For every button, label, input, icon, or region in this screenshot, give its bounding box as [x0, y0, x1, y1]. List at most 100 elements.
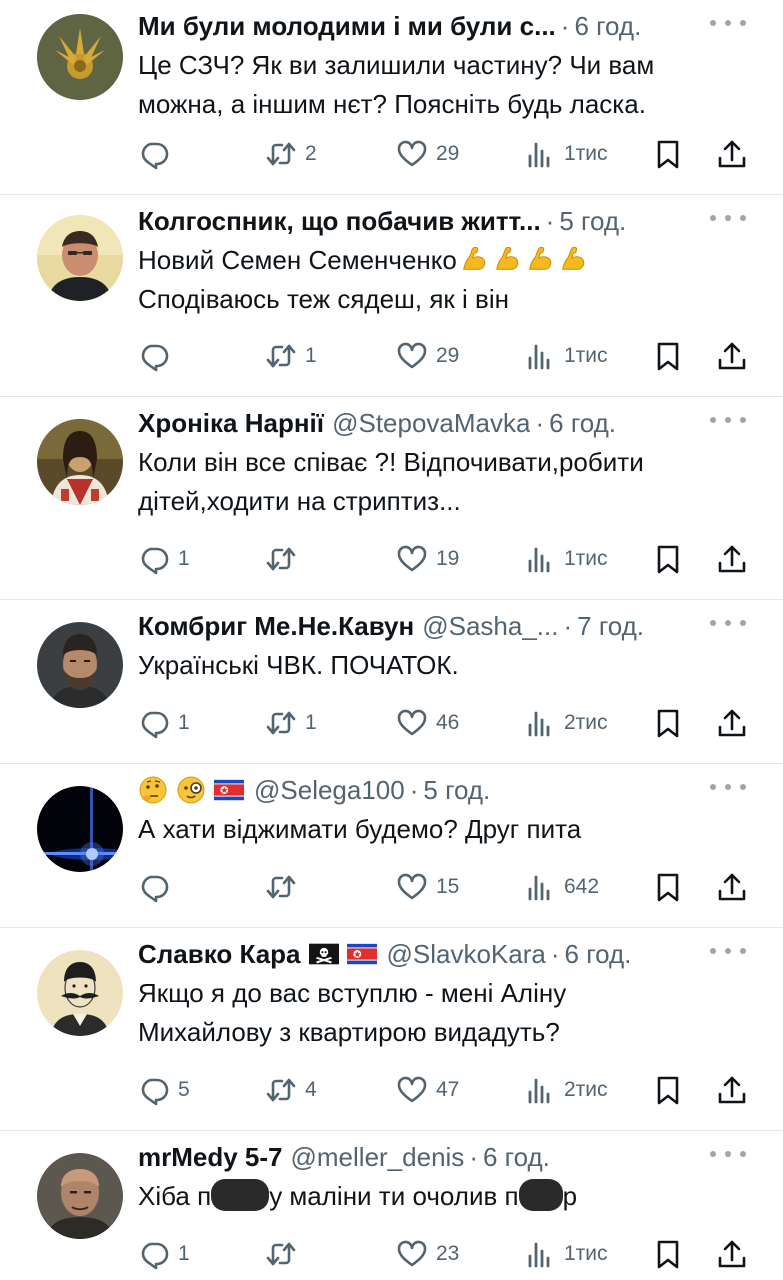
user-handle[interactable]: @meller_denis — [291, 1139, 465, 1175]
bookmark-button[interactable] — [652, 706, 684, 740]
timestamp[interactable]: 6 год. — [483, 1139, 550, 1175]
views-button[interactable]: 2тис — [524, 706, 608, 740]
more-icon[interactable] — [710, 205, 746, 231]
bookmark-icon — [652, 138, 684, 170]
user-handle[interactable]: @Selega100 — [254, 772, 405, 808]
share-button[interactable] — [716, 1237, 748, 1271]
timestamp[interactable]: 5 год. — [559, 203, 626, 239]
views-button[interactable]: 1тис — [524, 137, 608, 171]
avatar[interactable] — [37, 622, 123, 708]
retweet-button[interactable] — [265, 870, 305, 904]
tweet-header: Ми були молодими і ми були с... · 6 год. — [138, 8, 698, 44]
display-name[interactable]: Колгоспник, що побачив житт... — [138, 203, 541, 239]
views-button[interactable]: 642 — [524, 870, 599, 904]
more-icon[interactable] — [710, 610, 746, 636]
avatar[interactable] — [37, 419, 123, 505]
reply-button[interactable]: 1 — [138, 1237, 190, 1271]
bookmark-button[interactable] — [652, 339, 684, 373]
avatar[interactable] — [37, 950, 123, 1036]
like-icon — [396, 871, 428, 903]
timestamp[interactable]: 7 год. — [577, 608, 644, 644]
more-icon[interactable] — [710, 774, 746, 800]
reply-tweet[interactable]: @Selega100 · 5 год. А хати віджимати буд… — [0, 764, 783, 928]
views-button[interactable]: 2тис — [524, 1073, 608, 1107]
tweet-text: А хати віджимати будемо? Друг пита — [138, 810, 758, 849]
share-button[interactable] — [716, 339, 748, 373]
more-icon[interactable] — [710, 10, 746, 36]
views-button[interactable]: 1тис — [524, 339, 608, 373]
share-button[interactable] — [716, 706, 748, 740]
reply-button[interactable] — [138, 339, 178, 373]
reply-tweet[interactable]: Комбриг Ме.Не.Кавун @Sasha_... · 7 год. … — [0, 600, 783, 764]
display-name[interactable]: Славко Кара — [138, 936, 301, 972]
user-handle[interactable]: @Sasha_... — [422, 608, 558, 644]
like-button[interactable]: 15 — [396, 870, 459, 904]
avatar[interactable] — [37, 215, 123, 301]
share-button[interactable] — [716, 137, 748, 171]
reply-tweet[interactable]: Колгоспник, що побачив житт... · 5 год. … — [0, 195, 783, 397]
retweet-icon — [265, 138, 297, 170]
bookmark-button[interactable] — [652, 137, 684, 171]
reply-button[interactable]: 1 — [138, 706, 190, 740]
retweet-button[interactable] — [265, 542, 305, 576]
display-name[interactable]: Комбриг Ме.Не.Кавун — [138, 608, 414, 644]
reply-button[interactable]: 5 — [138, 1073, 190, 1107]
text-line: Українські ЧВК. ПОЧАТОК. — [138, 650, 459, 680]
display-name[interactable]: Ми були молодими і ми були с... — [138, 8, 556, 44]
user-handle[interactable]: @StepovaMavka — [332, 405, 530, 441]
like-button[interactable]: 46 — [396, 706, 459, 740]
avatar[interactable] — [37, 786, 123, 872]
bookmark-button[interactable] — [652, 870, 684, 904]
share-button[interactable] — [716, 1073, 748, 1107]
timestamp[interactable]: 6 год. — [549, 405, 616, 441]
reply-tweet[interactable]: mrMedy 5-7 @meller_denis · 6 год. Хіба п… — [0, 1131, 783, 1280]
views-button[interactable]: 1тис — [524, 542, 608, 576]
reply-button[interactable]: 1 — [138, 542, 190, 576]
flexed-biceps-emoji — [526, 243, 556, 273]
like-button[interactable]: 23 — [396, 1237, 459, 1271]
like-button[interactable]: 47 — [396, 1073, 459, 1107]
more-icon[interactable] — [710, 407, 746, 433]
text-line: дітей,ходити на стриптиз... — [138, 486, 461, 516]
display-name[interactable]: Хроніка Нарнії — [138, 405, 324, 441]
retweet-button[interactable]: 4 — [265, 1073, 317, 1107]
bookmark-button[interactable] — [652, 542, 684, 576]
timestamp[interactable]: 6 год. — [574, 8, 641, 44]
view-count: 1тис — [564, 344, 608, 367]
timestamp[interactable]: 5 год. — [423, 772, 490, 808]
like-button[interactable]: 29 — [396, 137, 459, 171]
bookmark-icon — [652, 707, 684, 739]
reply-icon — [138, 871, 170, 903]
retweet-button[interactable]: 1 — [265, 339, 317, 373]
share-button[interactable] — [716, 542, 748, 576]
like-button[interactable]: 19 — [396, 542, 459, 576]
retweet-button[interactable] — [265, 1237, 305, 1271]
more-icon[interactable] — [710, 1141, 746, 1167]
avatar[interactable] — [37, 1153, 123, 1239]
like-icon — [396, 340, 428, 372]
avatar[interactable] — [37, 14, 123, 100]
views-button[interactable]: 1тис — [524, 1237, 608, 1271]
retweet-button[interactable]: 1 — [265, 706, 317, 740]
reply-button[interactable] — [138, 137, 178, 171]
like-icon — [396, 543, 428, 575]
like-button[interactable]: 29 — [396, 339, 459, 373]
separator-dot: · — [545, 206, 555, 236]
timestamp[interactable]: 6 год. — [565, 936, 632, 972]
more-icon[interactable] — [710, 938, 746, 964]
retweet-button[interactable]: 2 — [265, 137, 317, 171]
display-name[interactable]: mrMedy 5-7 — [138, 1139, 283, 1175]
bookmark-button[interactable] — [652, 1073, 684, 1107]
bookmark-button[interactable] — [652, 1237, 684, 1271]
reply-tweet[interactable]: Ми були молодими і ми були с... · 6 год.… — [0, 0, 783, 195]
reply-button[interactable] — [138, 870, 178, 904]
replies-feed: Ми були молодими і ми були с... · 6 год.… — [0, 0, 783, 1280]
north-korea-flag-emoji — [214, 775, 244, 805]
reply-tweet[interactable]: Хроніка Нарнії @StepovaMavka · 6 год. Ко… — [0, 397, 783, 600]
flexed-biceps-emoji — [493, 243, 523, 273]
user-handle[interactable]: @SlavkoKara — [387, 936, 546, 972]
share-icon — [716, 1074, 748, 1106]
share-button[interactable] — [716, 870, 748, 904]
reply-tweet[interactable]: Славко Кара @SlavkoKara · 6 год. Якщо я … — [0, 928, 783, 1131]
like-icon — [396, 707, 428, 739]
